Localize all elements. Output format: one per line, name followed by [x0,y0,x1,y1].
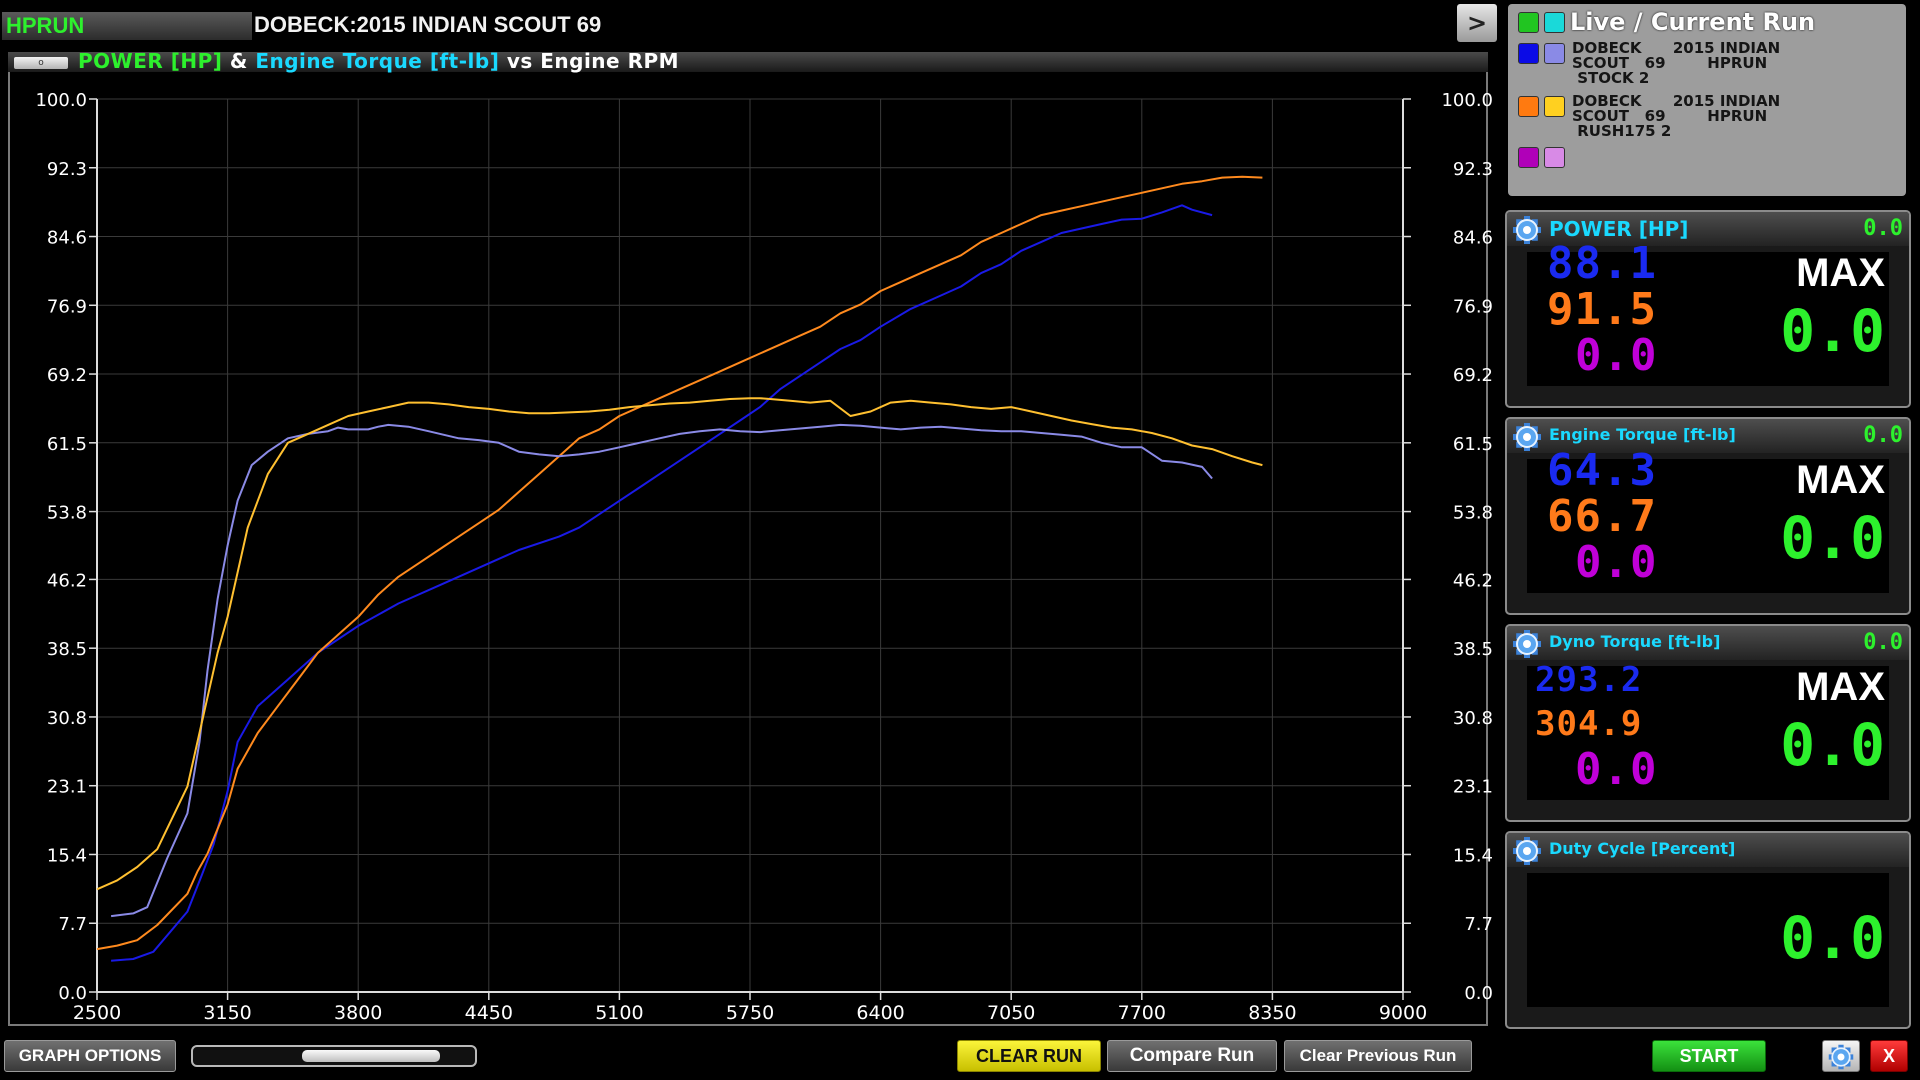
y-tick-label-right: 0.0 [1464,983,1493,1004]
y-tick-label-left: 38.5 [47,639,87,660]
legend-swatch-stock-2[interactable] [1544,43,1565,64]
y-tick-label-right: 30.8 [1453,708,1493,729]
gauge-power-max-value: 0.0 [1780,297,1885,365]
x-tick-label: 7050 [987,1002,1035,1024]
gauge-duty-cycle-label: Duty Cycle [Percent] [1549,839,1736,858]
gauge-engine-torque-label: Engine Torque [ft-lb] [1549,425,1736,444]
y-tick-label-right: 7.7 [1464,914,1493,935]
gauge-dyno-torque-run1: 293.2 [1535,660,1643,700]
gauge-dyno-torque-run3: 0.0 [1575,744,1658,795]
y-tick-label-left: 84.6 [47,228,87,249]
gauge-power-run3: 0.0 [1575,330,1658,381]
gauge-engine-torque-run2: 66.7 [1547,491,1657,542]
legend-rush-line-3: RUSH175 2 [1572,122,1672,140]
y-tick-label-right: 76.9 [1453,296,1493,317]
gear-icon[interactable] [1511,835,1543,867]
gauge-dyno-torque-live-value: 0.0 [1863,630,1903,655]
x-tick-label: 7700 [1118,1002,1166,1024]
gauge-power-run2: 91.5 [1547,284,1657,335]
y-tick-label-right: 69.2 [1453,365,1493,386]
y-tick-label-left: 100.0 [35,90,87,111]
y-tick-label-right: 46.2 [1453,570,1493,591]
series-line-4 [96,397,1263,891]
series-line-2 [96,175,1263,951]
y-tick-label-right: 53.8 [1453,503,1493,524]
legend-swatch-empty-1[interactable] [1518,147,1539,168]
graph-slider-thumb[interactable] [302,1050,440,1062]
y-tick-label-right: 23.1 [1453,777,1493,798]
y-tick-label-left: 61.5 [47,434,87,455]
legend-swatch-live-1[interactable] [1518,12,1539,33]
x-tick-label: 3800 [334,1002,382,1024]
gauge-engine-torque-run3: 0.0 [1575,537,1658,588]
gauge-duty-cycle: Duty Cycle [Percent] 0.0 [1505,831,1911,1029]
x-tick-label: 3150 [203,1002,251,1024]
settings-button[interactable] [1822,1040,1860,1072]
start-button[interactable]: START [1652,1040,1766,1072]
legend-stock-line-3: STOCK 2 [1572,69,1650,87]
y-tick-label-right: 15.4 [1453,845,1493,866]
gear-icon[interactable] [1511,628,1543,660]
y-tick-label-right: 61.5 [1453,434,1493,455]
y-tick-label-left: 30.8 [47,708,87,729]
y-tick-label-left: 46.2 [47,570,87,591]
gauge-engine-torque-max-value: 0.0 [1780,504,1885,572]
graph-options-button[interactable]: GRAPH OPTIONS [4,1040,176,1072]
y-tick-label-left: 69.2 [47,365,87,386]
gear-icon[interactable] [1511,421,1543,453]
y-tick-label-left: 0.0 [58,983,87,1004]
gauge-engine-torque-live-value: 0.0 [1863,423,1903,448]
gauge-dyno-torque-max-value: 0.0 [1780,711,1885,779]
y-tick-label-right: 92.3 [1453,159,1493,180]
gauge-power-run1: 88.1 [1547,238,1657,289]
clear-previous-run-button[interactable]: Clear Previous Run [1284,1040,1472,1072]
settings-gear-icon [1828,1044,1854,1070]
gauge-power-max-label: MAX [1796,251,1885,295]
y-tick-label-right: 100.0 [1441,90,1493,111]
dyno-chart: 2500 3150 3800 4450 5100 5750 6400 7050 7700 8350… [35,90,1493,1024]
legend-swatch-empty-2[interactable] [1544,147,1565,168]
legend-swatch-live-2[interactable] [1544,12,1565,33]
clear-run-button[interactable]: CLEAR RUN [957,1040,1101,1072]
series-line-1 [111,204,1213,962]
gauge-duty-cycle-value: 0.0 [1780,904,1885,972]
gauge-dyno-torque-max-label: MAX [1796,665,1885,709]
y-tick-label-left: 92.3 [47,159,87,180]
y-tick-label-left: 23.1 [47,777,87,798]
compare-run-button[interactable]: Compare Run [1107,1040,1277,1072]
run-legend: Live / Current Run DOBECK 2015 INDIAN SC… [1508,4,1906,196]
y-tick-label-left: 76.9 [47,296,87,317]
gauge-power: POWER [HP] 0.0 88.1 91.5 0.0 MAX 0.0 [1505,210,1911,408]
legend-swatch-rush-2[interactable] [1544,96,1565,117]
gauge-engine-torque-run1: 64.3 [1547,445,1657,496]
gauge-power-live-value: 0.0 [1863,216,1903,241]
y-tick-label-right: 38.5 [1453,639,1493,660]
gauge-engine-torque: Engine Torque [ft-lb] 0.0 64.3 66.7 0.0 … [1505,417,1911,615]
gauge-dyno-torque: Dyno Torque [ft-lb] 0.0 293.2 304.9 0.0 … [1505,624,1911,822]
close-button[interactable]: X [1870,1040,1908,1072]
gauge-dyno-torque-label: Dyno Torque [ft-lb] [1549,632,1721,651]
y-tick-label-left: 15.4 [47,845,87,866]
x-tick-label: 8350 [1248,1002,1296,1024]
gear-icon[interactable] [1511,214,1543,246]
legend-title: Live / Current Run [1570,8,1816,36]
x-tick-label: 5750 [726,1002,774,1024]
series-line-3 [110,423,1213,918]
legend-swatch-stock-1[interactable] [1518,43,1539,64]
gauge-engine-torque-max-label: MAX [1796,458,1885,502]
x-tick-label: 2500 [73,1002,121,1024]
x-tick-label: 5100 [595,1002,643,1024]
x-tick-label: 9000 [1379,1002,1427,1024]
legend-swatch-rush-1[interactable] [1518,96,1539,117]
gauge-dyno-torque-run2: 304.9 [1535,704,1643,744]
y-tick-label-right: 84.6 [1453,228,1493,249]
y-tick-label-left: 7.7 [58,914,87,935]
x-tick-label: 6400 [856,1002,904,1024]
y-tick-label-left: 53.8 [47,503,87,524]
x-tick-label: 4450 [465,1002,513,1024]
